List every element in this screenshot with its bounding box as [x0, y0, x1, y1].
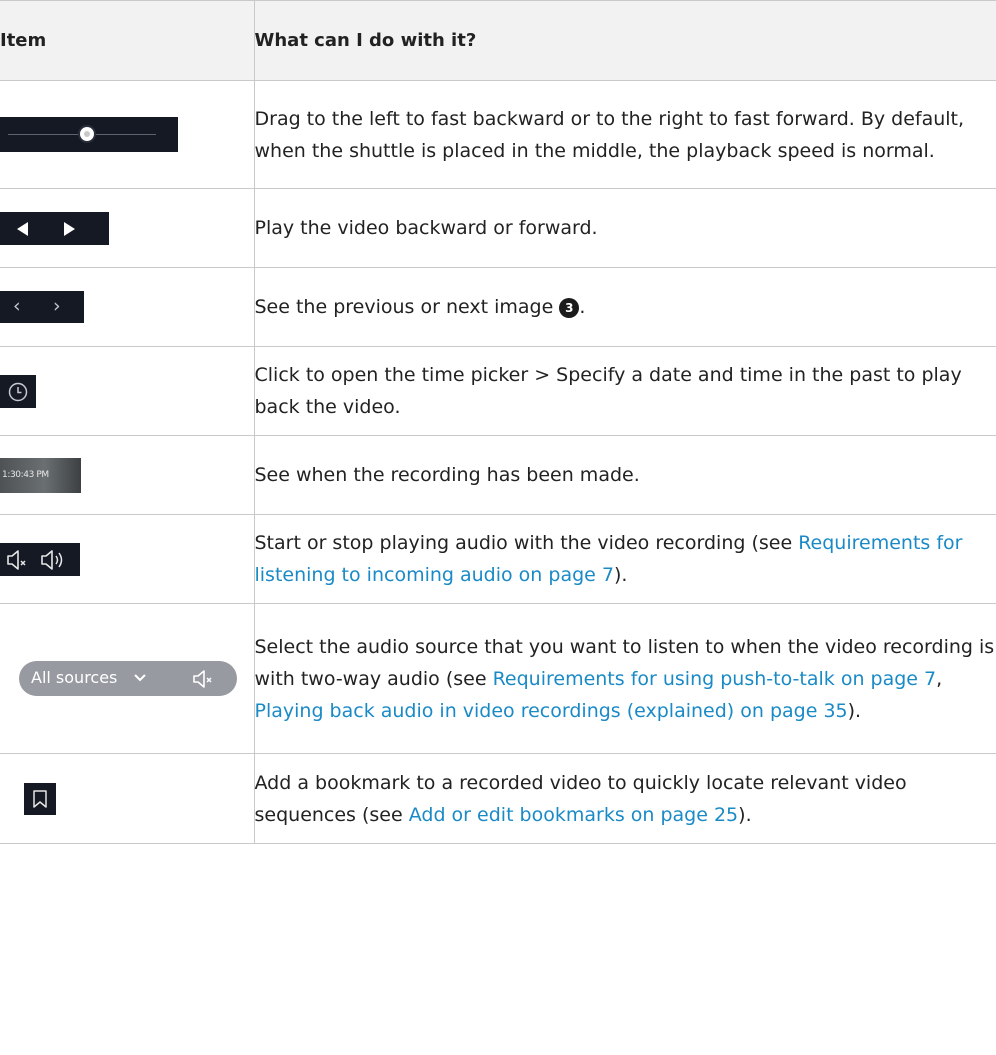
- description-suffix: ).: [847, 699, 862, 722]
- description-suffix: ).: [613, 564, 628, 586]
- play-direction-buttons: [0, 211, 109, 245]
- description-suffix: ).: [738, 803, 752, 826]
- column-header-item: Item: [0, 0, 255, 81]
- column-header-description: What can I do with it?: [253, 0, 996, 81]
- audio-icons: [7, 549, 63, 570]
- description-text: See when the recording has been made.: [254, 464, 640, 486]
- next-image-icon[interactable]: ›: [53, 295, 61, 317]
- table-row: Click to open the time picker > Specify …: [0, 346, 996, 436]
- table-row: Start or stop playing audio with the vid…: [0, 514, 996, 604]
- link-separator: ,: [936, 667, 943, 690]
- table-header-row: Item What can I do with it?: [0, 0, 996, 81]
- play-forward-icon[interactable]: [64, 221, 75, 236]
- audio-source-label: All sources: [31, 668, 118, 687]
- item-cell: [0, 188, 255, 268]
- item-cell: 1:30:43 PM: [0, 435, 255, 515]
- description-cell: See when the recording has been made.: [253, 435, 996, 515]
- description-cell: Drag to the left to fast backward or to …: [253, 80, 996, 189]
- table-row: ‹ › See the previous or next image 3.: [0, 267, 996, 347]
- shuttle-knob[interactable]: [78, 125, 96, 143]
- speaker-muted-icon[interactable]: [191, 667, 227, 691]
- speaker-on-icon[interactable]: [41, 549, 63, 570]
- clock-icon: [8, 382, 28, 401]
- description-cell: Select the audio source that you want to…: [253, 603, 996, 754]
- table-row: Add a bookmark to a recorded video to qu…: [0, 753, 996, 844]
- controls-table: Item What can I do with it? Drag to the …: [0, 0, 996, 844]
- time-picker-button[interactable]: [0, 374, 36, 408]
- item-cell: All sources: [0, 603, 255, 754]
- table-row: Drag to the left to fast backward or to …: [0, 80, 996, 189]
- push-to-talk-link[interactable]: Requirements for using push-to-talk on p…: [493, 668, 937, 690]
- description-cell: Play the video backward or forward.: [253, 188, 996, 268]
- audio-source-selector[interactable]: All sources: [19, 661, 237, 696]
- bookmarks-link[interactable]: Add or edit bookmarks on page 25: [409, 804, 738, 826]
- recording-time-display: 1:30:43 PM: [0, 457, 81, 493]
- table-row: All sources Select the audio source that…: [0, 603, 996, 754]
- speaker-muted-icon[interactable]: [7, 549, 26, 570]
- chevron-down-icon[interactable]: [133, 673, 147, 683]
- item-cell: [0, 346, 255, 436]
- table-row: Play the video backward or forward.: [0, 188, 996, 268]
- description-text: Drag to the left to fast backward or to …: [254, 107, 965, 162]
- description-cell: Start or stop playing audio with the vid…: [253, 514, 996, 604]
- table-row: 1:30:43 PM See when the recording has be…: [0, 435, 996, 515]
- description-text: See the previous or next image: [254, 296, 560, 318]
- description-suffix: .: [579, 296, 586, 318]
- item-cell: ‹ ›: [0, 267, 255, 347]
- previous-image-icon[interactable]: ‹: [13, 295, 21, 317]
- number-badge: 3: [559, 297, 580, 318]
- item-cell: [0, 80, 255, 189]
- description-cell: See the previous or next image 3.: [253, 267, 996, 347]
- description-text: Play the video backward or forward.: [254, 217, 598, 239]
- description-cell: Click to open the time picker > Specify …: [253, 346, 996, 436]
- shuttle-slider-icon[interactable]: [0, 117, 178, 152]
- bookmark-button[interactable]: [24, 782, 56, 815]
- bookmark-icon: [33, 789, 47, 808]
- description-cell: Add a bookmark to a recorded video to qu…: [253, 753, 996, 844]
- step-image-buttons: ‹ ›: [0, 291, 84, 323]
- item-cell: [0, 514, 255, 604]
- playing-back-audio-link[interactable]: Playing back audio in video recordings (…: [255, 700, 848, 722]
- play-backward-icon[interactable]: [17, 221, 28, 236]
- description-text: Start or stop playing audio with the vid…: [254, 532, 799, 554]
- description-text: Click to open the time picker > Specify …: [254, 364, 962, 418]
- audio-toggle-buttons: [0, 542, 80, 576]
- item-cell: [0, 753, 255, 844]
